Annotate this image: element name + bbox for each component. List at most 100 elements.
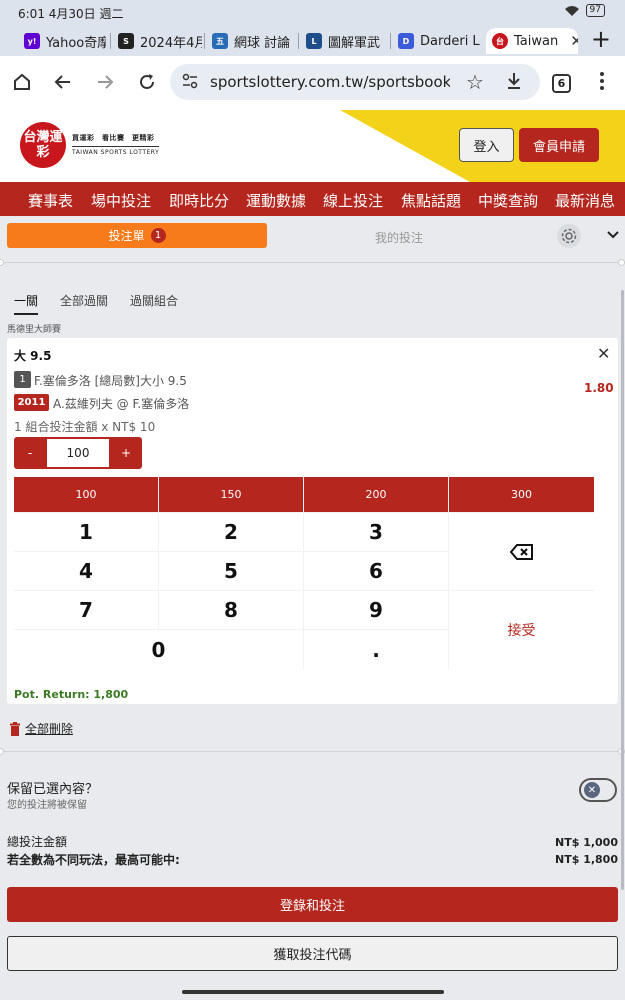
betslip-count-badge: 1: [150, 228, 166, 243]
pool-tab-all-parlay[interactable]: 全部過關: [60, 292, 108, 309]
doc-favicon-icon: D: [398, 33, 414, 49]
reload-icon[interactable]: [133, 68, 161, 96]
address-toolbar: sportslottery.com.tw/sportsbook/spo ☆ 6: [0, 56, 625, 110]
key-3[interactable]: 3: [304, 513, 448, 551]
browser-menu-icon[interactable]: [600, 72, 604, 90]
settings-gear-icon[interactable]: [557, 224, 581, 248]
tab-my-bets[interactable]: 我的投注: [375, 229, 423, 246]
battery-icon: 97: [585, 4, 605, 17]
key-0[interactable]: 0: [14, 630, 303, 669]
ltn-favicon-icon: L: [306, 33, 322, 49]
quick-amount-200[interactable]: 200: [304, 477, 448, 512]
key-decimal[interactable]: .: [304, 630, 448, 669]
toggle-off-icon: ✕: [584, 782, 600, 798]
yahoo-favicon-icon: y!: [24, 33, 40, 49]
new-tab-icon[interactable]: +: [591, 25, 611, 53]
browser-tab-darderi[interactable]: D Darderi L: [392, 28, 480, 54]
nav-item-live-betting[interactable]: 場中投注: [91, 190, 151, 211]
nav-item-stats[interactable]: 運動數據: [246, 190, 306, 211]
login-and-bet-button[interactable]: 登錄和投注: [7, 887, 618, 922]
browser-tab-label: Yahoo奇摩: [46, 35, 106, 51]
odds-value: 1.80: [584, 381, 614, 395]
backspace-key[interactable]: [449, 513, 594, 590]
download-icon[interactable]: [506, 72, 522, 94]
keep-selections-toggle[interactable]: ✕: [579, 778, 617, 802]
login-button[interactable]: 登入: [459, 128, 514, 162]
browser-tab-label: Darderi L: [420, 33, 480, 49]
stake-input[interactable]: 100: [47, 439, 109, 467]
status-bar: 6:01 4月30日 週二 97: [0, 0, 625, 24]
remove-selection-icon[interactable]: ✕: [597, 344, 610, 363]
omnibox[interactable]: sportslottery.com.tw/sportsbook/spo ☆: [170, 64, 540, 100]
browser-tab-taiwan[interactable]: 台 Taiwan ✕: [486, 28, 578, 54]
browser-tab-label: 2024年4月: [140, 35, 202, 51]
status-time: 6:01 4月30日 週二: [18, 7, 124, 21]
potential-return: Pot. Return: 1,800: [14, 688, 129, 701]
market-description: F.塞倫多洛 [總局數]大小 9.5: [34, 374, 187, 388]
accept-button[interactable]: 接受: [449, 591, 594, 669]
nav-item-topics[interactable]: 焦點話題: [401, 190, 461, 211]
nav-item-online-betting[interactable]: 線上投注: [323, 190, 383, 211]
delete-all-button[interactable]: 全部刪除: [9, 720, 73, 737]
quick-amount-150[interactable]: 150: [159, 477, 303, 512]
key-4[interactable]: 4: [14, 552, 158, 590]
url-text[interactable]: sportslottery.com.tw/sportsbook/spo: [210, 73, 450, 91]
browser-tab-label: 圖解軍武: [328, 35, 381, 51]
quick-amount-300[interactable]: 300: [449, 477, 594, 512]
trash-icon: [10, 721, 20, 736]
quick-amount-100[interactable]: 100: [14, 477, 158, 512]
site-settings-icon[interactable]: [182, 73, 198, 93]
close-tab-icon[interactable]: ✕: [570, 32, 578, 50]
forward-icon[interactable]: [91, 68, 119, 96]
stake-stepper: - 100 +: [14, 437, 142, 469]
tab-switcher-button[interactable]: 6: [552, 74, 571, 93]
wifi-icon: [564, 5, 579, 16]
key-8[interactable]: 8: [159, 591, 303, 629]
delete-all-label: 全部刪除: [25, 722, 74, 736]
key-9[interactable]: 9: [304, 591, 448, 629]
site-header: 台灣運彩 買運彩 看比賽 更精彩 TAIWAN SPORTS LOTTERY 登…: [0, 110, 625, 182]
stake-decrease-button[interactable]: -: [14, 437, 46, 469]
keep-selections-title: 保留已選內容？: [7, 782, 99, 797]
nav-item-results[interactable]: 中獎查詢: [478, 190, 538, 211]
bet-card: 大 9.5 ✕ 1 F.塞倫多洛 [總局數]大小 9.5 1.80 2011 A…: [7, 338, 618, 704]
pool-tab-parlay-combo[interactable]: 過關組合: [130, 292, 178, 309]
key-1[interactable]: 1: [14, 513, 158, 551]
browser-tab-label: 網球 討論: [234, 35, 291, 51]
back-icon[interactable]: [49, 68, 77, 96]
key-5[interactable]: 5: [159, 552, 303, 590]
get-bet-code-button[interactable]: 獲取投注代碼: [7, 936, 618, 971]
match-id-badge: 2011: [14, 394, 49, 411]
pool-tab-single[interactable]: 一關: [14, 292, 39, 315]
league-name: 馬德里大師賽: [7, 325, 62, 335]
match-description: A.茲維列夫 @ F.塞倫多洛: [53, 397, 190, 411]
key-2[interactable]: 2: [159, 513, 303, 551]
selection-title: 大 9.5: [14, 349, 52, 363]
nav-item-live-score[interactable]: 即時比分: [169, 190, 229, 211]
tab-betslip[interactable]: 投注單 1: [7, 223, 267, 248]
forum-favicon-icon: 五: [212, 33, 228, 49]
browser-tab-forum[interactable]: 五 網球 討論: [206, 28, 296, 54]
browser-tab-label: Taiwan: [514, 33, 559, 49]
stake-info: 1 組合投注金額 x NT$ 10: [14, 420, 156, 434]
browser-tab-news[interactable]: S 2024年4月: [112, 28, 202, 54]
home-icon[interactable]: [8, 68, 36, 96]
scrollbar[interactable]: [621, 290, 624, 890]
news-favicon-icon: S: [118, 33, 134, 49]
chevron-down-icon[interactable]: [606, 229, 620, 241]
sportslottery-favicon-icon: 台: [492, 33, 508, 49]
stake-increase-button[interactable]: +: [110, 437, 142, 469]
register-button[interactable]: 會員申請: [519, 128, 599, 162]
nav-item-schedule[interactable]: 賽事表: [28, 190, 73, 211]
stake-keypad: 100 150 200 300 1 2 3 4 5 6 7 8 9 接受 0 .: [14, 477, 594, 669]
bookmark-star-icon[interactable]: ☆: [466, 70, 484, 94]
max-return-value: NT$ 1,800: [555, 853, 618, 866]
key-7[interactable]: 7: [14, 591, 158, 629]
site-logo[interactable]: 台灣運彩: [20, 122, 66, 168]
leg-number-badge: 1: [14, 371, 31, 388]
browser-tab-yahoo[interactable]: y! Yahoo奇摩: [18, 28, 106, 54]
nav-item-news[interactable]: 最新消息: [555, 190, 615, 211]
browser-tab-ltn[interactable]: L 圖解軍武: [300, 28, 388, 54]
gesture-nav-bar[interactable]: [182, 990, 444, 994]
key-6[interactable]: 6: [304, 552, 448, 590]
